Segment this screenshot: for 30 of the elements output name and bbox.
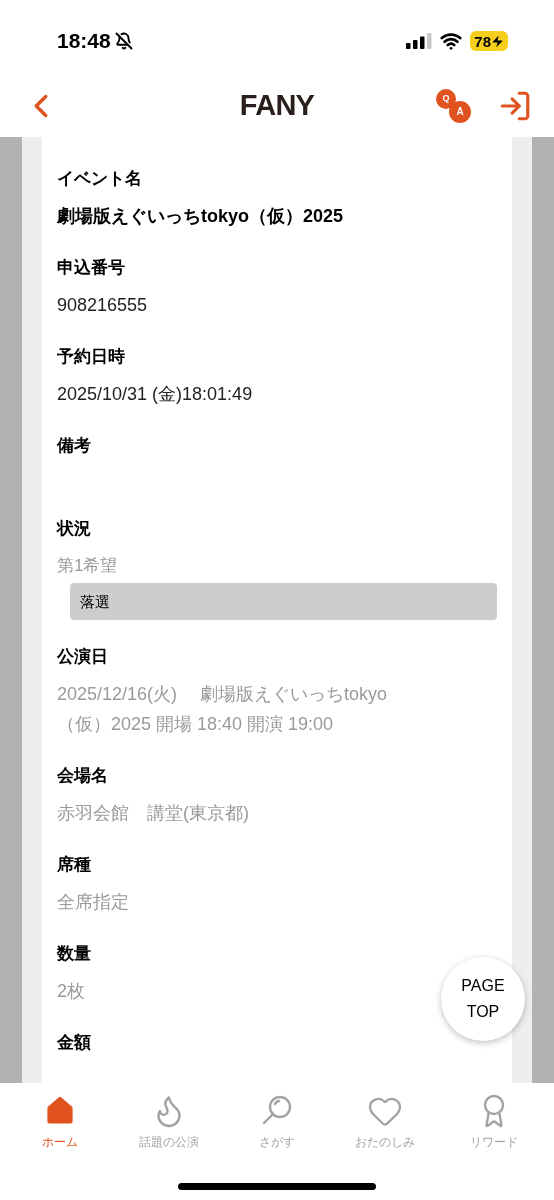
field-value: 劇場版えぐいっちtokyo（仮）2025 (57, 205, 345, 228)
field-label: 申込番号 (57, 257, 126, 279)
field-label: 備考 (57, 435, 92, 457)
bell-off-icon (114, 32, 133, 50)
result-badge: 落選 (70, 583, 497, 620)
field-value: 2枚 (57, 980, 85, 1003)
battery-indicator: 78 (470, 31, 508, 51)
field-label: イベント名 (57, 168, 143, 190)
field-label: 予約日時 (57, 346, 126, 368)
field-value: 第1希望 (57, 555, 119, 577)
nav-tab[interactable]: リワード (443, 1093, 544, 1151)
nav-tab[interactable]: 話題の公演 (118, 1093, 219, 1151)
field-label: 公演日 (57, 646, 109, 668)
field-value: 全席指定 (57, 891, 129, 914)
field-label: 席種 (57, 854, 92, 876)
status-time: 18:48 (57, 28, 111, 55)
field-value: 2025/12/16(火) 劇場版えぐいっちtokyo（仮）2025 開場 18:40 開演 19:00 (57, 683, 389, 736)
field-label: 状況 (57, 518, 92, 540)
field-value: 2025/10/31 (金)18:01:49 (57, 383, 254, 406)
field-label: 金額 (57, 1032, 92, 1054)
field-value: 赤羽会館 講堂(東京都) (57, 802, 249, 825)
nav-tab[interactable]: おたのしみ (335, 1093, 436, 1151)
nav-tab[interactable]: ホーム (10, 1093, 111, 1151)
field-label: 会場名 (57, 765, 109, 787)
field-value: 908216555 (57, 294, 149, 317)
field-label: 数量 (57, 943, 92, 965)
logo: FANY (239, 87, 315, 123)
nav-tab[interactable]: さがす (226, 1093, 327, 1151)
signal-icon (406, 33, 433, 49)
wifi-icon (440, 30, 463, 52)
